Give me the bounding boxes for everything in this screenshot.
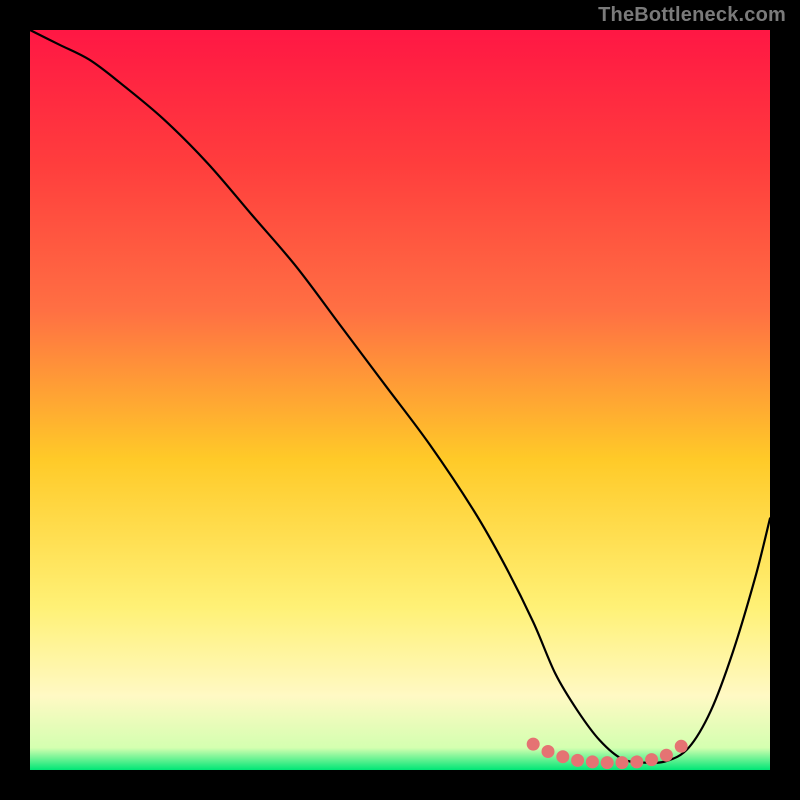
marker-dot (616, 757, 628, 769)
marker-dot (557, 751, 569, 763)
marker-dot (646, 754, 658, 766)
chart-svg (30, 30, 770, 770)
marker-dot (542, 746, 554, 758)
marker-dot (601, 757, 613, 769)
marker-dot (572, 754, 584, 766)
plot-area (30, 30, 770, 770)
watermark-text: TheBottleneck.com (598, 4, 786, 27)
marker-dot (631, 756, 643, 768)
chart-frame: TheBottleneck.com (0, 0, 800, 800)
gradient-background (30, 30, 770, 770)
marker-dot (586, 756, 598, 768)
marker-dot (527, 738, 539, 750)
marker-dot (660, 749, 672, 761)
marker-dot (675, 740, 687, 752)
